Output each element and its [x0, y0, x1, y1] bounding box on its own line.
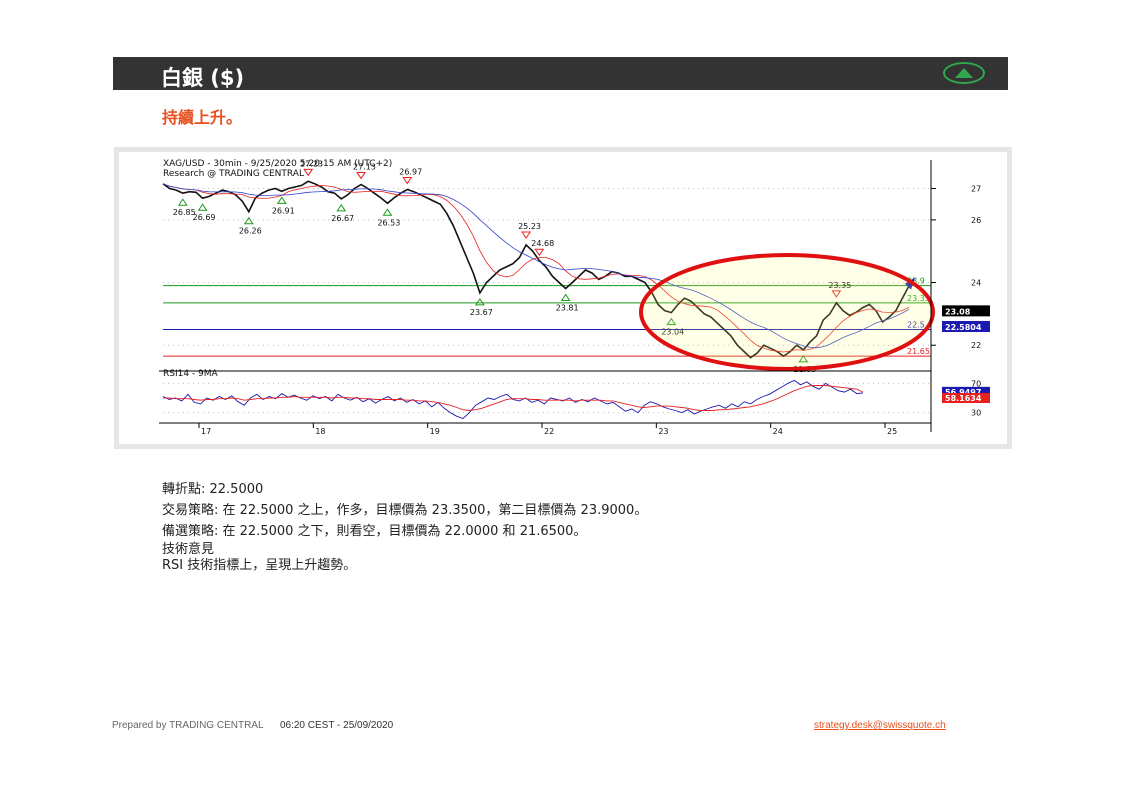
pivot-low-label: 26.67	[331, 214, 354, 223]
y-tick-label: 26	[971, 216, 981, 225]
pivot-high-label: 26.97	[399, 167, 422, 176]
y-tick-label: 27	[971, 185, 981, 194]
pivot-low-label: 26.53	[377, 218, 400, 227]
timestamp: 06:20 CEST - 25/09/2020	[279, 720, 394, 731]
pivot-high-marker	[521, 231, 532, 239]
pivot-high-marker	[303, 168, 314, 177]
y-tick-label: 24	[971, 279, 981, 288]
pivot-high-label: 24.68	[531, 239, 554, 248]
pivot-low-marker	[474, 297, 485, 306]
x-tick-label: 17	[201, 427, 211, 436]
pivot-high-marker	[402, 176, 413, 185]
pivot-low-label: 26.69	[193, 213, 216, 222]
x-tick-label: 18	[315, 427, 325, 436]
pivot-high-marker	[356, 171, 366, 180]
technical-comment: RSI 技術指標上，呈現上升趨勢。	[162, 558, 357, 573]
alternative-strategy: 備選策略: 在 22.5000 之下，則看空，目標價為 22.0000 和 21…	[162, 524, 587, 539]
comment-heading: 技術意見	[162, 542, 215, 557]
pivot-low-label: 26.91	[272, 206, 295, 215]
trading-strategy: 交易策略: 在 22.5000 之上，作多，目標價為 23.3500，第二目標價…	[162, 503, 648, 518]
notes: 轉折點: 22.5000 交易策略: 在 22.5000 之上，作多，目標價為 …	[162, 479, 647, 574]
pivot-high-marker	[534, 248, 545, 257]
pivot-low-marker	[560, 293, 571, 301]
chart-source: Research @ TRADING CENTRAL	[163, 169, 304, 179]
x-tick-label: 25	[887, 427, 897, 436]
highlight-ellipse	[639, 253, 935, 371]
header-bar: 白銀 ($)	[113, 57, 1008, 90]
rsi-ma-line	[163, 385, 864, 411]
pivot-low-marker	[177, 198, 188, 206]
chart-panel: 23.923.3522.521.65 26.8526.6926.2626.912…	[119, 152, 1007, 444]
pivot-low-marker	[382, 208, 393, 216]
pivot-high-label: 25.23	[518, 222, 541, 231]
pivot-point: 轉折點: 22.5000	[162, 482, 264, 497]
footer-prepared: Prepared by TRADING CENTRAL 06:20 CEST -…	[112, 720, 393, 731]
email-link[interactable]: strategy.desk@swissquote.ch	[814, 720, 946, 731]
up-triangle-icon	[955, 68, 973, 78]
subtitle: 持續上升。	[162, 108, 243, 127]
rsi-tick-label: 30	[971, 409, 981, 418]
page-title: 白銀 ($)	[161, 66, 245, 90]
pivot-low-label: 26.26	[239, 227, 262, 236]
pivot-low-marker	[276, 196, 287, 204]
price-marker-label: 23.08	[945, 307, 971, 316]
x-tick-label: 22	[544, 427, 554, 436]
x-tick-label: 23	[658, 427, 668, 436]
pivot-low-marker	[336, 203, 347, 212]
x-tick-label: 24	[773, 427, 783, 436]
price-marker-label: 22.5804	[945, 323, 982, 332]
price-chart: 23.923.3522.521.65 26.8526.6926.2626.912…	[159, 159, 990, 436]
rsi-label: RSI14 - 9MA	[163, 369, 219, 379]
chart-frame: 23.923.3522.521.65 26.8526.6926.2626.912…	[114, 147, 1012, 449]
prepared-by: Prepared by TRADING CENTRAL	[112, 720, 264, 731]
trend-badge	[943, 62, 985, 84]
level-label: 21.65	[907, 347, 930, 356]
pivot-low-marker	[197, 203, 208, 211]
chart-title: XAG/USD - 30min - 9/25/2020 5:20:15 AM (…	[163, 159, 392, 169]
pivot-low-label: 23.67	[470, 308, 493, 317]
rsi-ma-value-label: 58.1634	[945, 394, 982, 403]
y-tick-label: 22	[971, 341, 981, 350]
pivot-low-marker	[243, 216, 254, 225]
x-tick-label: 19	[430, 427, 440, 436]
pivot-low-label: 23.81	[556, 303, 579, 312]
